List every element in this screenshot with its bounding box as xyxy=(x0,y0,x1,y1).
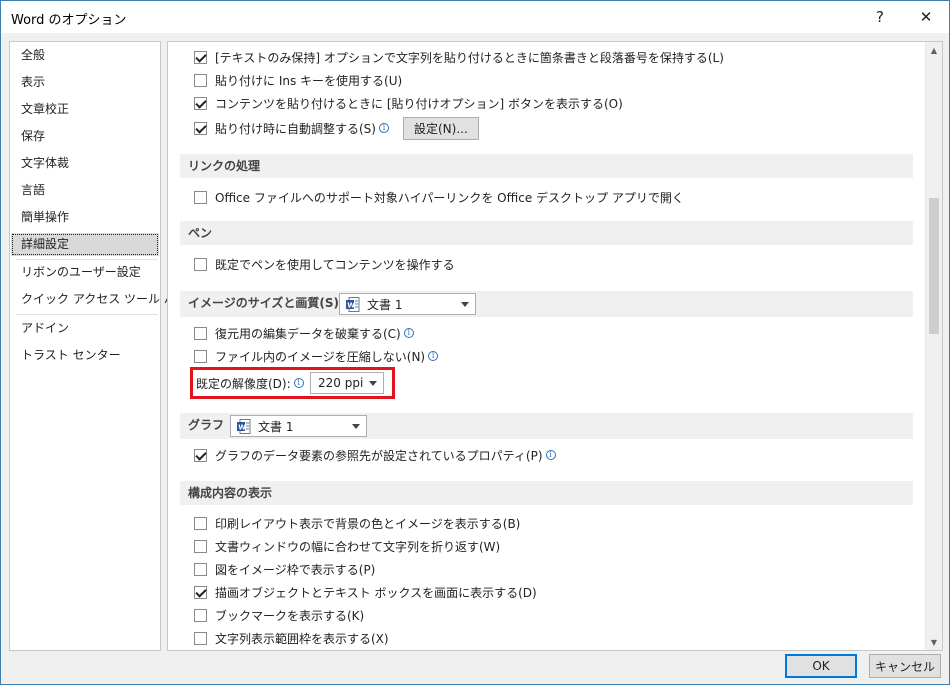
section-title: イメージのサイズと画質(S) xyxy=(188,296,340,310)
option-discard-editing-data[interactable]: 復元用の編集データを破棄する(C) i xyxy=(194,323,414,343)
option-smart-cut-paste[interactable]: 貼り付け時に自動調整する(S) i 設定(N)... xyxy=(194,116,479,140)
option-use-pen[interactable]: 既定でペンを使用してコンテンツを操作する xyxy=(194,254,455,274)
checkbox[interactable] xyxy=(194,539,207,553)
checkbox[interactable] xyxy=(194,631,207,645)
highlight-annotation xyxy=(190,367,395,399)
ok-button[interactable]: OK xyxy=(785,654,857,678)
option-label: 既定でペンを使用してコンテンツを操作する xyxy=(215,257,455,272)
checkbox[interactable] xyxy=(194,585,207,599)
checkbox[interactable] xyxy=(194,562,207,576)
selected-document: 文書 1 xyxy=(367,297,403,312)
close-button[interactable]: ✕ xyxy=(903,1,949,33)
option-label: ファイル内のイメージを圧縮しない(N) xyxy=(215,349,426,364)
option-label: 図をイメージ枠で表示する(P) xyxy=(215,562,376,577)
image-document-select[interactable]: W 文書 1 xyxy=(339,293,476,315)
section-header-pen: ペン xyxy=(180,221,913,245)
sidebar-item-save[interactable]: 保存 xyxy=(11,125,159,148)
scroll-up-icon[interactable]: ▲ xyxy=(926,42,942,58)
checkbox[interactable] xyxy=(194,608,207,622)
chevron-down-icon xyxy=(461,302,469,307)
dialog-title: Word のオプション xyxy=(11,13,127,28)
option-label: 復元用の編集データを破棄する(C) xyxy=(215,326,401,341)
info-icon: i xyxy=(428,351,439,361)
option-show-background[interactable]: 印刷レイアウト表示で背景の色とイメージを表示する(B) xyxy=(194,513,520,533)
section-title: グラフ xyxy=(188,418,225,432)
option-label: 貼り付けに Ins キーを使用する(U) xyxy=(215,73,403,88)
word-document-icon: W xyxy=(346,296,360,312)
option-label: 印刷レイアウト表示で背景の色とイメージを表示する(B) xyxy=(215,516,521,531)
section-header-link-handling: リンクの処理 xyxy=(180,154,913,178)
checkbox[interactable] xyxy=(194,516,207,530)
option-label: コンテンツを貼り付けるときに [貼り付けオプション] ボタンを表示する(O) xyxy=(215,96,623,111)
sidebar-item-quick-access-toolbar[interactable]: クイック アクセス ツール バー xyxy=(11,288,188,311)
advanced-options-panel: [テキストのみ保持] オプションで文字列を貼り付けるときに箇条書きと段落番号を保… xyxy=(167,41,943,651)
sidebar-item-accessibility[interactable]: 簡単操作 xyxy=(11,206,159,229)
sidebar-item-customize-ribbon[interactable]: リボンのユーザー設定 xyxy=(11,261,159,284)
option-keep-bullets[interactable]: [テキストのみ保持] オプションで文字列を貼り付けるときに箇条書きと段落番号を保… xyxy=(194,47,724,67)
svg-text:W: W xyxy=(347,301,355,309)
option-ins-key-paste[interactable]: 貼り付けに Ins キーを使用する(U) xyxy=(194,70,402,90)
section-header-image-size-quality: イメージのサイズと画質(S) xyxy=(180,291,913,317)
scroll-down-icon[interactable]: ▼ xyxy=(926,634,942,650)
sidebar-item-proofing[interactable]: 文章校正 xyxy=(11,98,159,121)
info-icon: i xyxy=(403,328,414,338)
scroll-thumb[interactable] xyxy=(929,198,939,334)
sidebar-divider xyxy=(16,259,158,260)
section-header-show-document-content: 構成内容の表示 xyxy=(180,481,913,505)
info-icon: i xyxy=(545,450,556,460)
option-label: Office ファイルへのサポート対象ハイパーリンクを Office デスクトッ… xyxy=(215,190,684,205)
option-picture-placeholders[interactable]: 図をイメージ枠で表示する(P) xyxy=(194,559,375,579)
option-open-office-links[interactable]: Office ファイルへのサポート対象ハイパーリンクを Office デスクトッ… xyxy=(194,187,684,207)
checkbox[interactable] xyxy=(194,121,207,135)
option-label: グラフのデータ要素の参照先が設定されているプロパティ(P) xyxy=(215,448,543,463)
option-label: 文字列表示範囲枠を表示する(X) xyxy=(215,631,389,646)
svg-text:W: W xyxy=(238,423,246,431)
sidebar-item-display[interactable]: 表示 xyxy=(11,71,159,94)
sidebar: 全般 表示 文章校正 保存 文字体裁 言語 簡単操作 詳細設定 リボンのユーザー… xyxy=(9,41,188,651)
info-icon: i xyxy=(378,123,389,133)
option-wrap-text[interactable]: 文書ウィンドウの幅に合わせて文字列を折り返す(W) xyxy=(194,536,500,556)
option-show-drawings[interactable]: 描画オブジェクトとテキスト ボックスを画面に表示する(D) xyxy=(194,582,537,602)
sidebar-item-add-ins[interactable]: アドイン xyxy=(11,317,159,340)
option-text-boundaries[interactable]: 文字列表示範囲枠を表示する(X) xyxy=(194,628,389,648)
checkbox[interactable] xyxy=(194,50,207,64)
sidebar-item-general[interactable]: 全般 xyxy=(11,44,159,67)
sidebar-item-language[interactable]: 言語 xyxy=(11,179,159,202)
checkbox[interactable] xyxy=(194,73,207,87)
chart-document-select[interactable]: W 文書 1 xyxy=(230,415,367,437)
help-button[interactable]: ? xyxy=(857,1,903,33)
sidebar-item-typography[interactable]: 文字体裁 xyxy=(11,152,159,175)
checkbox[interactable] xyxy=(194,257,207,271)
option-label: 文書ウィンドウの幅に合わせて文字列を折り返す(W) xyxy=(215,539,501,554)
vertical-scrollbar[interactable]: ▲ ▼ xyxy=(925,42,942,650)
cancel-button[interactable]: キャンセル xyxy=(869,654,941,678)
paste-settings-button[interactable]: 設定(N)... xyxy=(402,116,479,140)
chevron-down-icon xyxy=(352,424,360,429)
option-do-not-compress[interactable]: ファイル内のイメージを圧縮しない(N) i xyxy=(194,346,439,366)
checkbox[interactable] xyxy=(194,326,207,340)
checkbox[interactable] xyxy=(194,96,207,110)
checkbox[interactable] xyxy=(194,349,207,363)
option-show-bookmarks[interactable]: ブックマークを表示する(K) xyxy=(194,605,364,625)
option-show-paste-options[interactable]: コンテンツを貼り付けるときに [貼り付けオプション] ボタンを表示する(O) xyxy=(194,93,623,113)
option-label: 描画オブジェクトとテキスト ボックスを画面に表示する(D) xyxy=(215,585,537,600)
sidebar-item-advanced[interactable]: 詳細設定 xyxy=(11,233,159,256)
option-label: ブックマークを表示する(K) xyxy=(215,608,365,623)
word-document-icon: W xyxy=(237,418,251,434)
title-bar: Word のオプション ? ✕ xyxy=(1,1,949,33)
option-chart-properties-follow[interactable]: グラフのデータ要素の参照先が設定されているプロパティ(P) i xyxy=(194,445,556,465)
checkbox[interactable] xyxy=(194,190,207,204)
option-label: 貼り付け時に自動調整する(S) xyxy=(215,121,376,136)
selected-document: 文書 1 xyxy=(258,419,294,434)
sidebar-item-trust-center[interactable]: トラスト センター xyxy=(11,344,159,367)
sidebar-divider xyxy=(16,314,158,315)
word-options-dialog: Word のオプション ? ✕ 全般 表示 文章校正 保存 文字体裁 言語 簡単… xyxy=(0,0,950,685)
option-label: [テキストのみ保持] オプションで文字列を貼り付けるときに箇条書きと段落番号を保… xyxy=(215,50,724,65)
checkbox[interactable] xyxy=(194,448,207,462)
